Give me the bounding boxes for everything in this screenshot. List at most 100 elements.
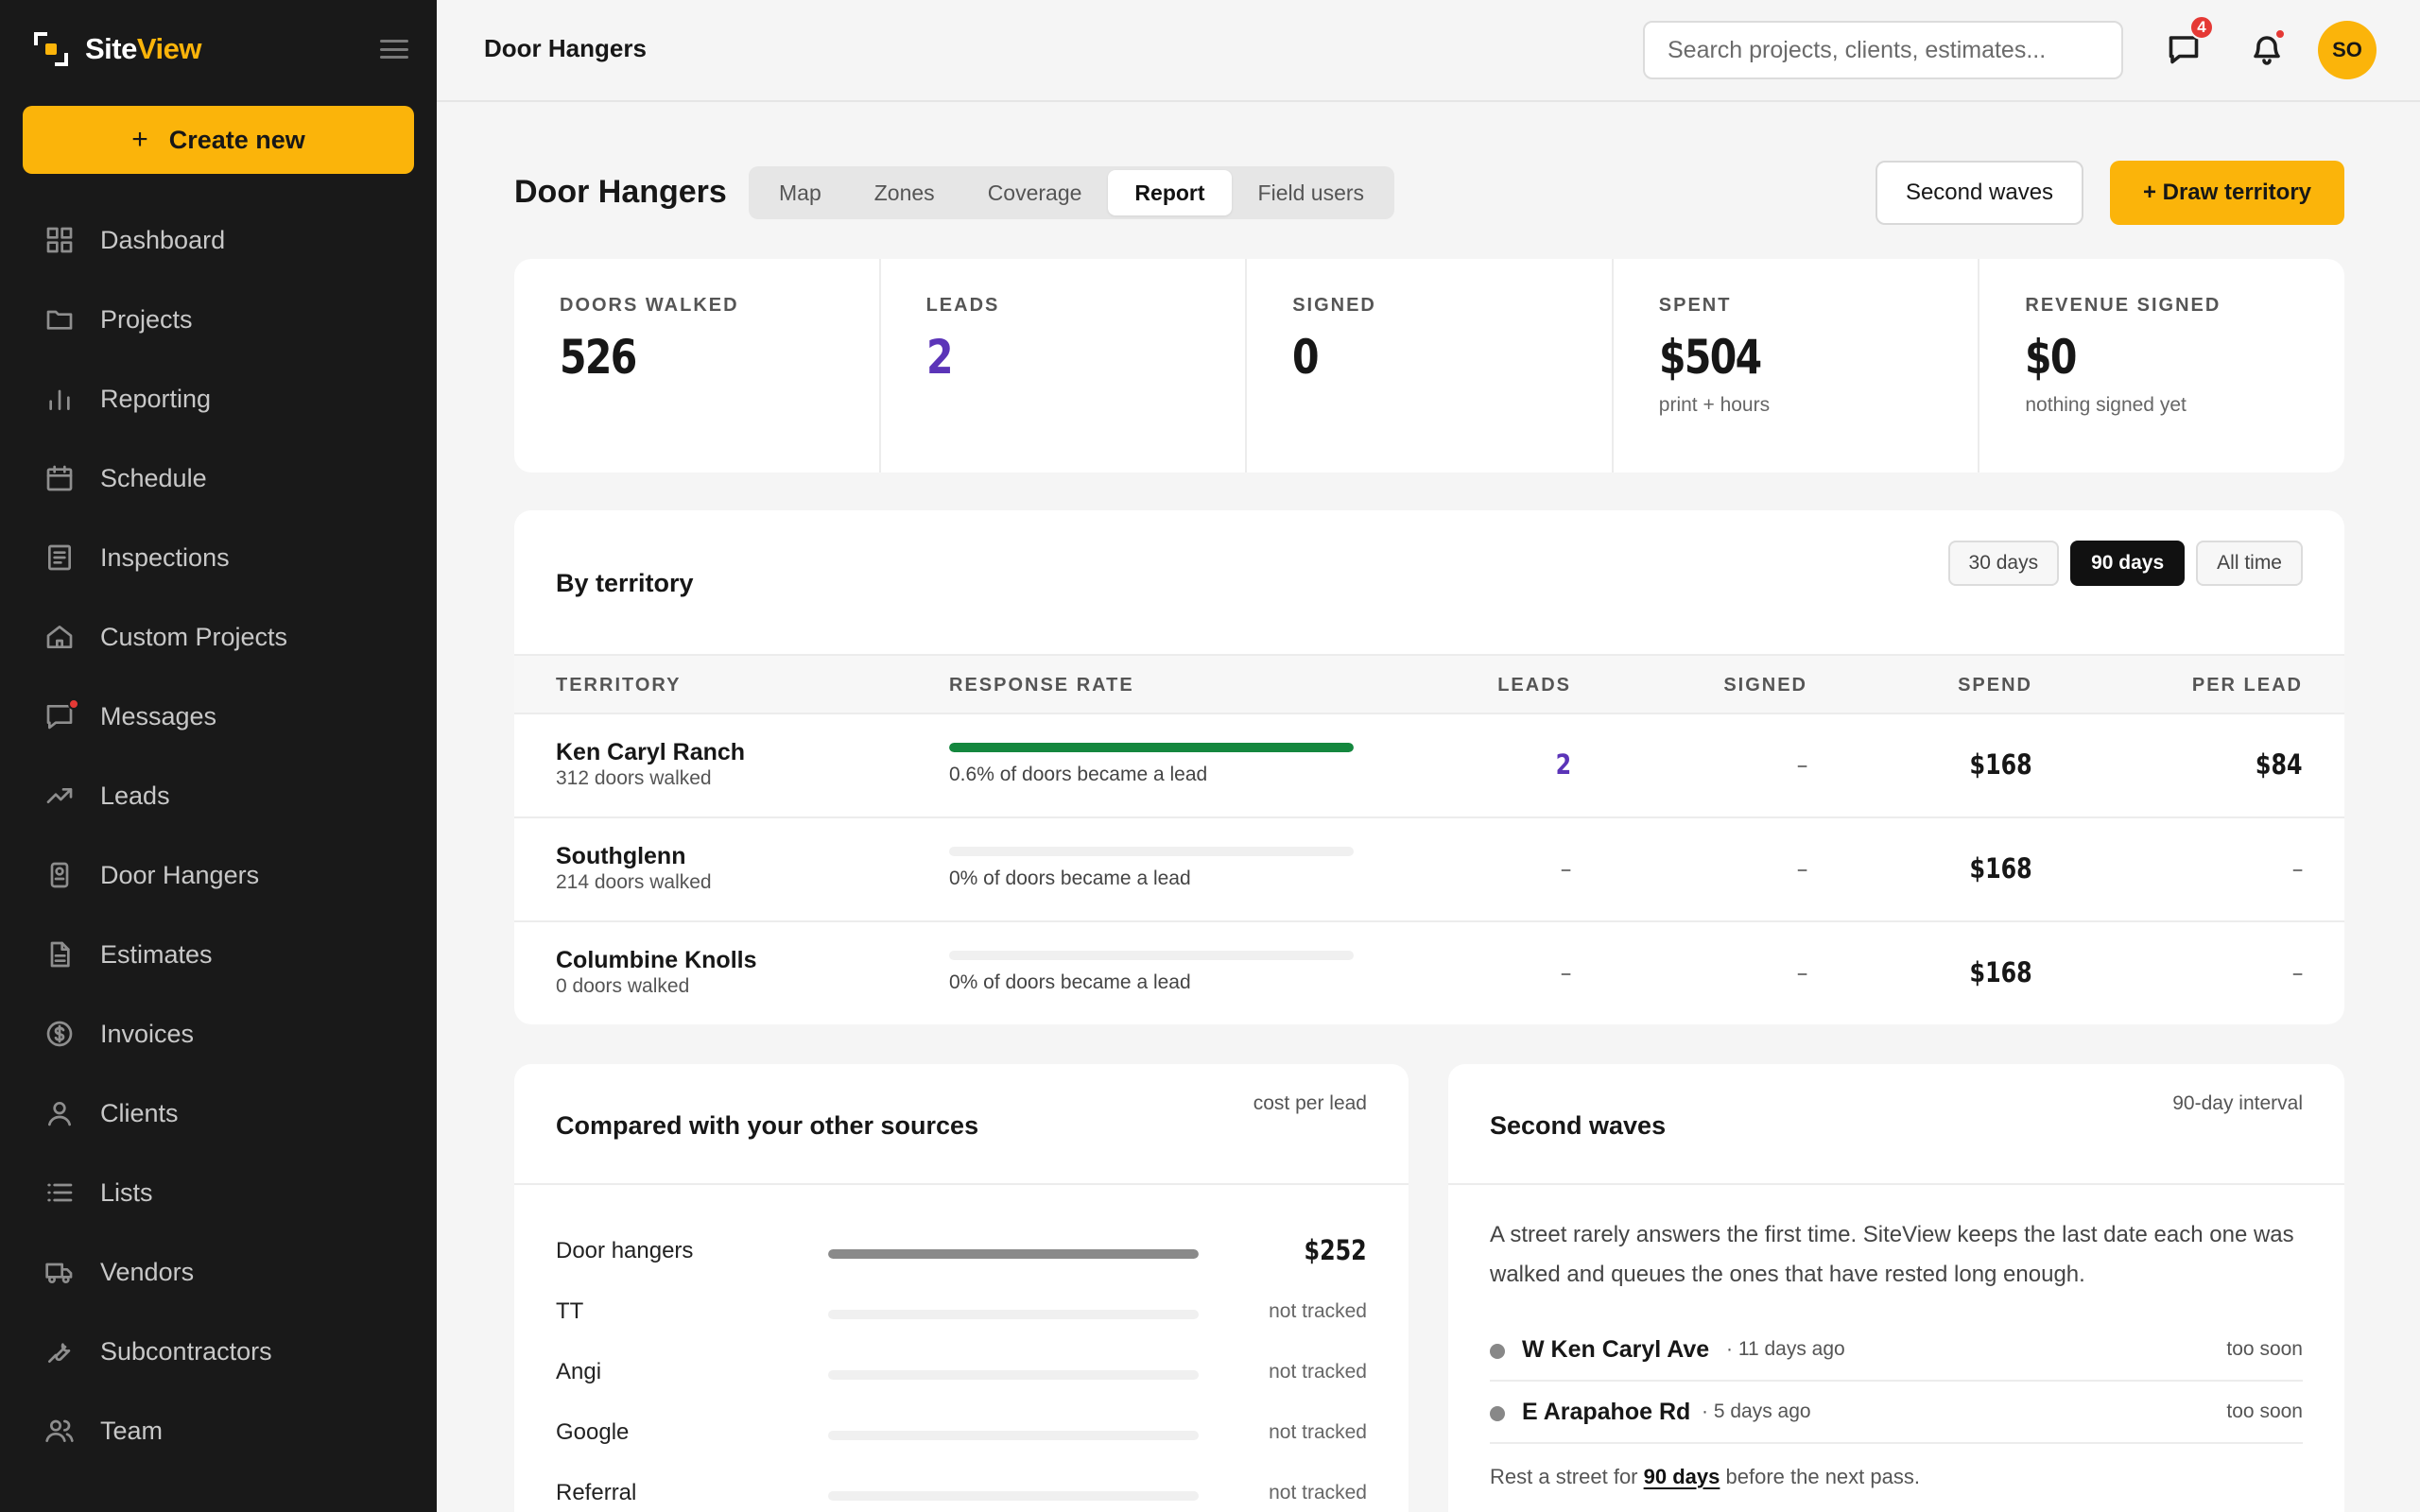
signed-value: – [1796, 748, 1807, 781]
search-input[interactable] [1643, 21, 2123, 79]
per-lead-value: – [2291, 852, 2303, 885]
table-row[interactable]: Columbine Knolls 0 doors walked 0% of do… [514, 922, 2344, 1024]
second-waves-button[interactable]: Second waves [1876, 161, 2083, 225]
tab-field-users[interactable]: Field users [1232, 170, 1391, 215]
file-icon [43, 938, 76, 971]
spend-value: $168 [1969, 748, 2032, 781]
col-territory[interactable]: TERRITORY [556, 675, 681, 696]
spend-value: $168 [1969, 852, 2032, 885]
dollar-icon [43, 1018, 76, 1050]
compare-hint: cost per lead [1253, 1092, 1367, 1114]
home-icon [43, 621, 76, 653]
street-row[interactable]: W Ken Caryl Ave · 11 days ago too soon [1490, 1319, 2303, 1382]
bar-chart-icon [43, 383, 76, 415]
trending-up-icon [43, 780, 76, 812]
waves-description: A street rarely answers the first time. … [1490, 1222, 2294, 1287]
sidebar-item-vendors[interactable]: Vendors [0, 1232, 437, 1312]
sidebar-item-clients[interactable]: Clients [0, 1074, 437, 1153]
tab-coverage[interactable]: Coverage [961, 170, 1109, 215]
sidebar-item-team[interactable]: Team [0, 1391, 437, 1470]
status-dot [1490, 1406, 1505, 1421]
stat-leads: LEADS 2 [881, 259, 1248, 472]
sidebar-item-messages[interactable]: Messages [0, 677, 437, 756]
stat-value: $504 [1658, 330, 1762, 385]
topbar-page-name: Door Hangers [484, 34, 647, 62]
sidebar-item-reporting[interactable]: Reporting [0, 359, 437, 438]
sidebar-item-subcontractors[interactable]: Subcontractors [0, 1312, 437, 1391]
stat-doors-walked: DOORS WALKED 526 [514, 259, 881, 472]
tab-zones[interactable]: Zones [848, 170, 961, 215]
tab-map[interactable]: Map [752, 170, 848, 215]
user-icon [43, 1097, 76, 1129]
sidebar-item-leads[interactable]: Leads [0, 756, 437, 835]
second-waves-card: Second waves 90-day interval A street ra… [1448, 1064, 2344, 1512]
cost-bar [828, 1370, 1199, 1380]
leads-value: – [1560, 852, 1571, 885]
sidebar-item-custom-projects[interactable]: Custom Projects [0, 597, 437, 677]
notification-dot [2274, 28, 2286, 40]
stat-spent: SPENT $504 print + hours [1614, 259, 1980, 472]
interval-link[interactable]: 90 days [1644, 1465, 1720, 1488]
avatar[interactable]: SO [2318, 21, 2377, 79]
col-signed[interactable]: SIGNED [1723, 675, 1807, 696]
sidebar-item-inspections[interactable]: Inspections [0, 518, 437, 597]
response-rate-bar [949, 951, 1354, 960]
plus-icon: + [131, 124, 148, 155]
page-title: Door Hangers [514, 174, 727, 210]
stats-card: DOORS WALKED 526 LEADS 2 SIGNED 0 SPENT … [514, 259, 2344, 472]
view-tabs: Map Zones Coverage Report Field users [749, 166, 1395, 219]
hamburger-menu-icon[interactable] [380, 38, 408, 60]
col-response-rate[interactable]: RESPONSE RATE [949, 675, 1134, 696]
sidebar-item-estimates[interactable]: Estimates [0, 915, 437, 994]
source-row: TT not tracked [556, 1298, 1367, 1324]
signed-value: – [1796, 852, 1807, 885]
col-spend[interactable]: SPEND [1958, 675, 2032, 696]
list-icon [43, 1177, 76, 1209]
stat-value: 2 [925, 330, 954, 385]
tab-report[interactable]: Report [1108, 170, 1232, 215]
compare-title: Compared with your other sources [556, 1111, 979, 1140]
range-90-days[interactable]: 90 days [2070, 541, 2186, 586]
col-leads[interactable]: LEADS [1497, 675, 1571, 696]
cost-bar [828, 1249, 1199, 1259]
per-lead-value: $84 [2256, 748, 2303, 781]
sidebar-item-dashboard[interactable]: Dashboard [0, 200, 437, 280]
table-row[interactable]: Southglenn 214 doors walked 0% of doors … [514, 818, 2344, 922]
source-row: Google not tracked [556, 1419, 1367, 1445]
signed-value: – [1796, 956, 1807, 988]
source-row: Door hangers $252 [556, 1234, 1367, 1266]
sidebar-item-invoices[interactable]: Invoices [0, 994, 437, 1074]
users-icon [43, 1415, 76, 1447]
table-row[interactable]: Ken Caryl Ranch 312 doors walked 0.6% of… [514, 714, 2344, 818]
col-per-lead[interactable]: PER LEAD [2192, 675, 2303, 696]
draw-territory-button[interactable]: + Draw territory [2110, 161, 2344, 225]
stat-value: 0 [1292, 330, 1320, 385]
notifications-button[interactable] [2248, 28, 2286, 68]
divider [514, 1183, 1409, 1185]
range-30-days[interactable]: 30 days [1947, 541, 2060, 586]
create-new-button[interactable]: + Create new [23, 106, 414, 174]
cost-bar [828, 1491, 1199, 1501]
territory-card: By territory 30 days 90 days All time TE… [514, 510, 2344, 1024]
source-row: Referral not tracked [556, 1480, 1367, 1505]
spend-value: $168 [1969, 956, 2032, 988]
messages-button[interactable]: 4 [2165, 15, 2214, 68]
range-all-time[interactable]: All time [2196, 541, 2303, 586]
per-lead-value: – [2291, 956, 2303, 988]
stat-revenue-signed: REVENUE SIGNED $0 nothing signed yet [1979, 259, 2344, 472]
waves-hint: 90-day interval [2172, 1092, 2303, 1114]
sidebar-item-schedule[interactable]: Schedule [0, 438, 437, 518]
sidebar-item-door-hangers[interactable]: Door Hangers [0, 835, 437, 915]
sidebar-nav: Dashboard Projects Reporting Schedule In… [0, 200, 437, 1470]
cost-bar [828, 1310, 1199, 1319]
sidebar: SiteView + Create new Dashboard Projects… [0, 0, 437, 1512]
stat-sub: print + hours [1658, 394, 1771, 416]
folder-icon [43, 303, 76, 335]
street-row[interactable]: E Arapahoe Rd · 5 days ago too soon [1490, 1382, 2303, 1444]
logo-row: SiteView [32, 28, 408, 70]
stat-signed: SIGNED 0 [1247, 259, 1614, 472]
sidebar-item-lists[interactable]: Lists [0, 1153, 437, 1232]
sidebar-item-projects[interactable]: Projects [0, 280, 437, 359]
response-rate-bar [949, 743, 1354, 752]
status-dot [1490, 1344, 1505, 1359]
